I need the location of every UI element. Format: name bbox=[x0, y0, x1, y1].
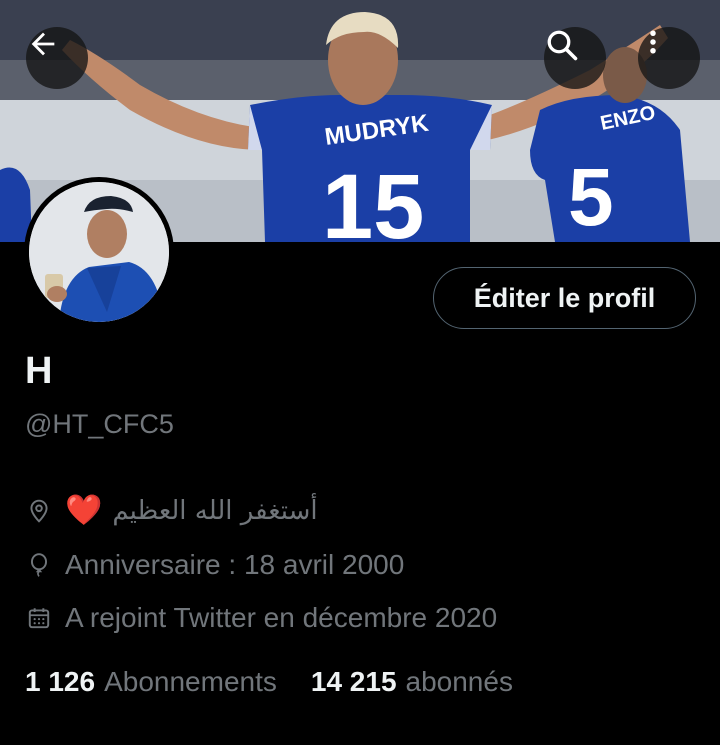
joined-row: A rejoint Twitter en décembre 2020 bbox=[25, 602, 497, 634]
location-pin-icon bbox=[25, 497, 53, 525]
avatar-image bbox=[29, 182, 169, 322]
more-vertical-icon bbox=[650, 30, 656, 54]
heart-emoji: ❤️ bbox=[65, 494, 103, 527]
profile-avatar[interactable] bbox=[24, 177, 174, 327]
birthday-row: Anniversaire : 18 avril 2000 bbox=[25, 549, 404, 581]
balloon-icon bbox=[25, 551, 53, 579]
more-options-button[interactable] bbox=[638, 27, 700, 89]
joined-text: A rejoint Twitter en décembre 2020 bbox=[65, 602, 498, 633]
search-button[interactable] bbox=[544, 27, 606, 89]
followers-label: abonnés bbox=[405, 666, 513, 697]
arrow-left-icon bbox=[31, 32, 55, 56]
location-text: أستغفر الله العظيم bbox=[112, 496, 318, 526]
user-handle: @HT_CFC5 bbox=[25, 409, 174, 439]
birthday-text: Anniversaire : 18 avril 2000 bbox=[65, 549, 405, 580]
following-label: Abonnements bbox=[104, 666, 277, 697]
calendar-icon bbox=[25, 604, 53, 632]
back-button[interactable] bbox=[26, 27, 88, 89]
display-name: H bbox=[25, 350, 53, 392]
following-count: 1 126 bbox=[25, 666, 96, 697]
search-icon bbox=[547, 30, 578, 61]
followers-link[interactable]: 14 215 abonnés bbox=[311, 666, 513, 698]
jersey-number: 15 bbox=[322, 156, 424, 242]
edit-profile-label: Éditer le profil bbox=[473, 282, 656, 313]
edit-profile-button[interactable]: Éditer le profil bbox=[433, 267, 696, 329]
location-row: ❤️ أستغفر الله العظيم bbox=[25, 496, 318, 526]
followers-count: 14 215 bbox=[310, 666, 397, 697]
second-player-number: 5 bbox=[568, 152, 614, 242]
follow-stats: 1 126 Abonnements 14 215 abonnés bbox=[25, 666, 513, 698]
following-link[interactable]: 1 126 Abonnements bbox=[25, 666, 277, 698]
